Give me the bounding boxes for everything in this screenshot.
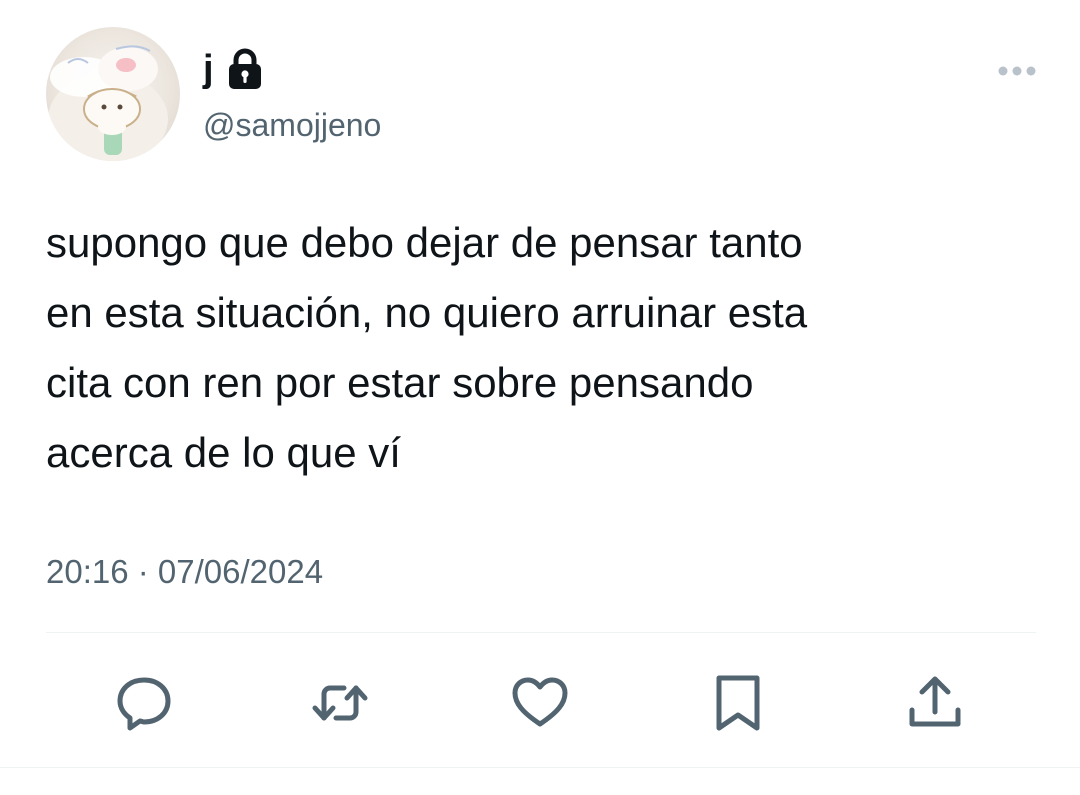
avatar[interactable] <box>46 27 180 161</box>
reply-bubble-icon <box>117 677 171 731</box>
display-name-text: j <box>203 48 214 90</box>
like-button[interactable] <box>510 674 570 732</box>
retweet-icon <box>312 685 368 721</box>
reply-button[interactable] <box>114 674 174 732</box>
more-options-icon[interactable] <box>996 60 1038 82</box>
bookmark-icon <box>716 675 760 731</box>
divider <box>46 632 1036 633</box>
share-button[interactable] <box>905 674 965 732</box>
user-handle[interactable]: @samojjeno <box>203 105 381 145</box>
bookmark-button[interactable] <box>708 674 768 732</box>
tweet-timestamp[interactable]: 20:16 · 07/06/2024 <box>46 550 323 594</box>
tweet-card: j @samojjeno supongo que debo dejar de p… <box>0 0 1080 795</box>
tweet-text: supongo que debo dejar de pensar tanto e… <box>46 219 808 476</box>
plush-toy-avatar-icon <box>48 45 168 161</box>
display-name[interactable]: j <box>203 44 264 94</box>
share-icon <box>909 676 961 727</box>
bottom-divider <box>0 767 1080 768</box>
retweet-button[interactable] <box>310 674 370 732</box>
heart-icon <box>512 677 568 727</box>
lock-icon <box>226 48 264 90</box>
